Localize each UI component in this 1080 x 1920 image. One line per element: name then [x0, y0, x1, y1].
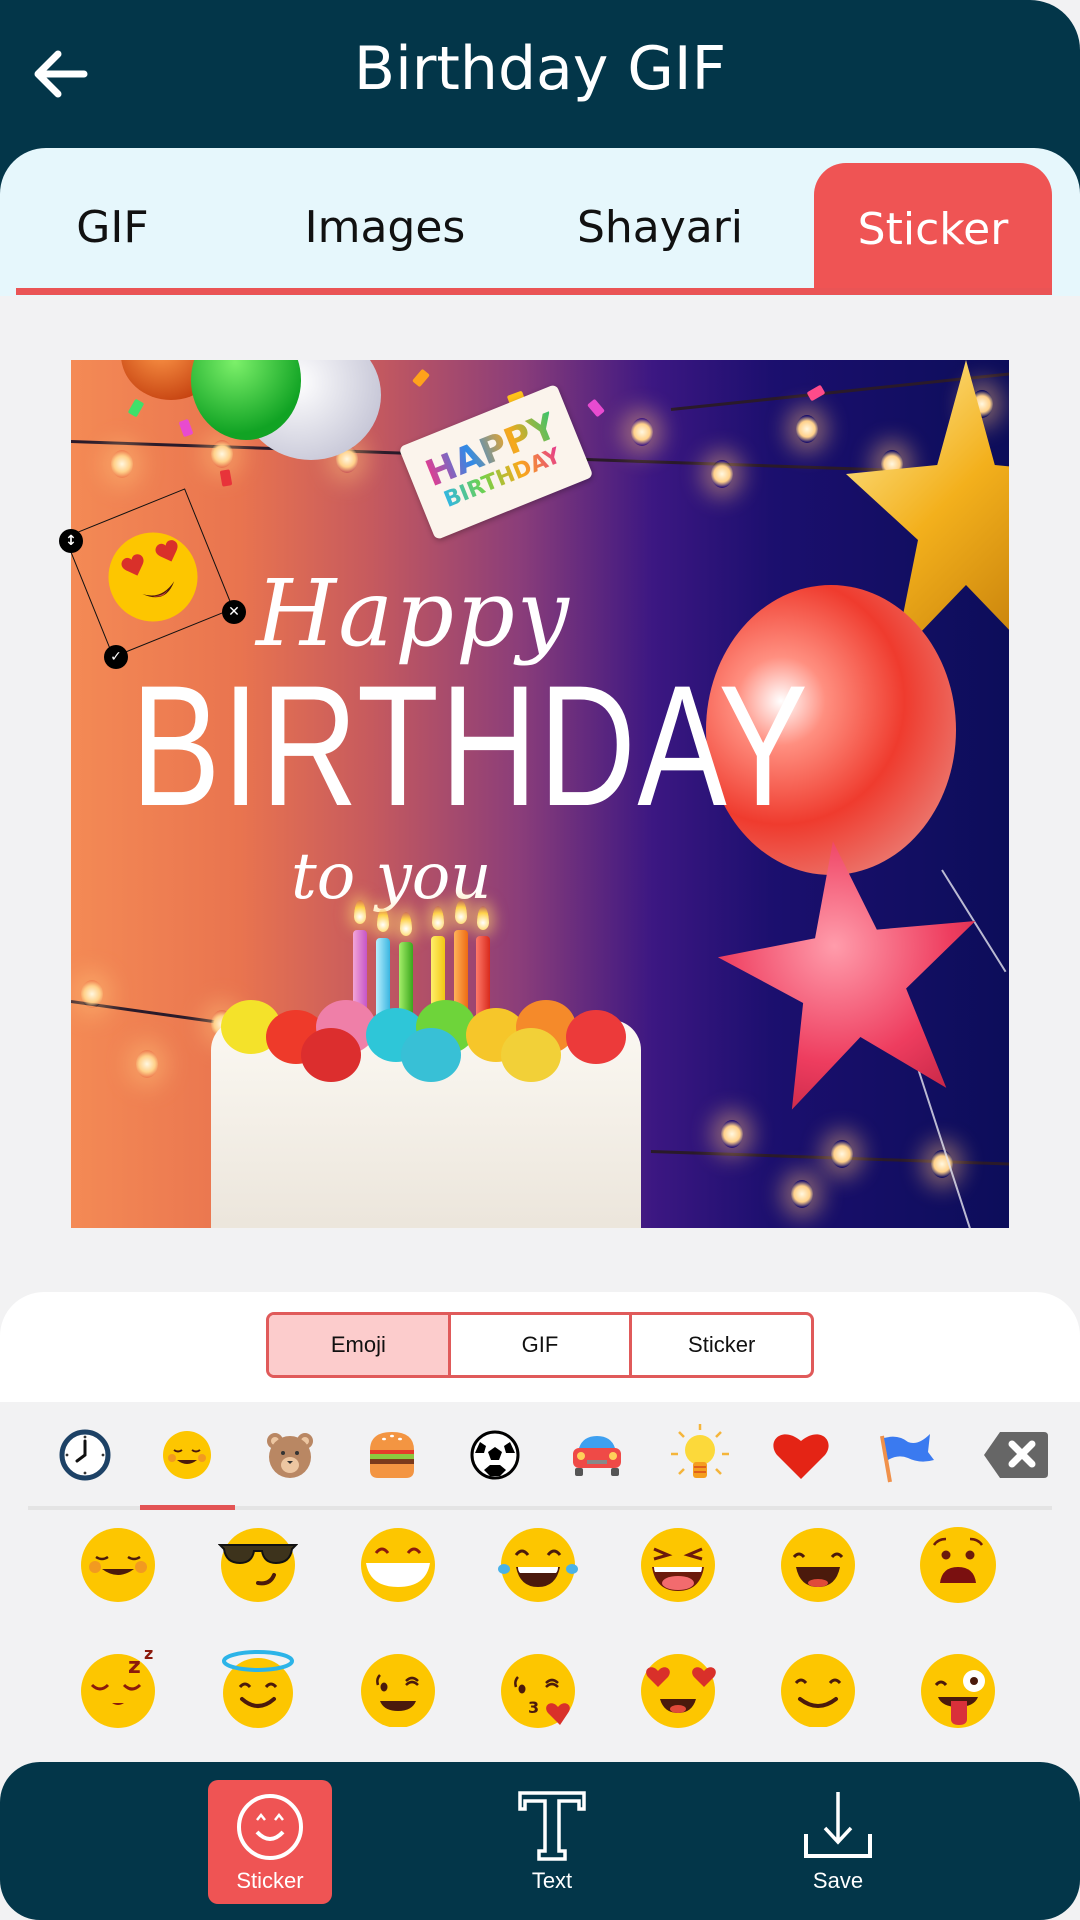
emoji-tears-of-joy[interactable] [498, 1525, 578, 1605]
frosting [501, 1028, 561, 1082]
bottom-navigation: Sticker Text Save [0, 1762, 1080, 1920]
backspace-icon [984, 1432, 1048, 1478]
page-title: Birthday GIF [353, 34, 727, 104]
light-bulb [791, 1180, 813, 1208]
nav-text-button[interactable]: Text [490, 1780, 614, 1904]
flag-icon [880, 1434, 934, 1483]
birthday-headline: BIRTHDAY [131, 650, 810, 842]
emoji-kissing-heart[interactable]: 3 [498, 1647, 578, 1728]
light-bulb [111, 450, 133, 478]
smiley-outline-icon [237, 1794, 303, 1860]
bear-icon [267, 1433, 313, 1478]
frosting [566, 1010, 626, 1064]
confetti [219, 469, 233, 487]
category-flags[interactable] [870, 1420, 940, 1490]
category-objects[interactable] [665, 1420, 735, 1490]
emoji-winking-tongue[interactable] [918, 1647, 998, 1728]
frosting [301, 1028, 361, 1082]
lightbulb-icon [671, 1424, 729, 1478]
tab-images[interactable]: Images [270, 162, 500, 292]
sticker-type-segmented-control: Emoji GIF Sticker [266, 1312, 814, 1378]
smiley-icon [163, 1431, 211, 1479]
svg-text:3: 3 [528, 1698, 539, 1717]
segment-emoji[interactable]: Emoji [269, 1315, 448, 1375]
light-bulb [136, 1050, 158, 1078]
car-icon [573, 1436, 621, 1476]
segment-gif[interactable]: GIF [447, 1315, 630, 1375]
light-bulb [831, 1140, 853, 1168]
sticker-confirm-handle[interactable]: ✓ [104, 645, 128, 669]
svg-text:z: z [144, 1644, 153, 1663]
light-bulb [796, 415, 818, 443]
emoji-grinning-teeth[interactable] [358, 1525, 438, 1605]
segment-sticker[interactable]: Sticker [629, 1315, 811, 1375]
emoji-sunglasses[interactable] [218, 1525, 298, 1605]
light-bulb [721, 1120, 743, 1148]
heart-icon [773, 1434, 829, 1479]
svg-text:z: z [128, 1654, 141, 1679]
category-recent[interactable] [50, 1420, 120, 1490]
light-bulb [211, 440, 233, 468]
emoji-halo[interactable] [218, 1647, 298, 1728]
tab-shayari[interactable]: Shayari [545, 162, 775, 292]
tab-gif[interactable]: GIF [30, 162, 195, 292]
clock-icon [59, 1429, 111, 1481]
light-bulb [711, 460, 733, 488]
emoji-grinning-smile[interactable] [778, 1525, 858, 1605]
emoji-smiling-blush[interactable] [78, 1525, 158, 1605]
balloon-string [911, 1049, 975, 1228]
light-bulb [631, 418, 653, 446]
heart-eyes-sticker[interactable] [100, 524, 206, 630]
category-activities[interactable] [460, 1420, 530, 1490]
tab-sticker[interactable]: Sticker [814, 163, 1052, 295]
tabs-underline [16, 288, 1052, 295]
category-symbols[interactable] [766, 1420, 836, 1490]
confetti [178, 418, 194, 438]
confetti [127, 398, 145, 418]
emoji-grid: z z 3 [0, 1510, 1080, 1760]
emoji-smiling-eyes[interactable] [778, 1647, 858, 1727]
download-icon [804, 1792, 872, 1858]
light-string [650, 1150, 1009, 1167]
confetti [587, 398, 605, 418]
nav-text-label: Text [531, 1868, 573, 1893]
candle-flame [400, 912, 412, 936]
balloon-string [941, 869, 1007, 973]
confetti [806, 384, 826, 402]
emoji-sleeping[interactable]: z z [78, 1644, 158, 1728]
burger-icon [370, 1432, 414, 1478]
nav-save-button[interactable]: Save [776, 1780, 900, 1904]
screen: Birthday GIF GIF Images Shayari Sticker [0, 0, 1080, 1920]
nav-sticker-button[interactable]: Sticker [208, 1780, 332, 1904]
soccer-ball-icon [470, 1430, 520, 1480]
frosting [401, 1028, 461, 1082]
sticker-delete-handle[interactable]: ✕ [222, 600, 246, 624]
birthday-image-canvas[interactable]: HAPPY BIRTHDAY Happy BIRTHDAY to you [71, 360, 1009, 1228]
category-food[interactable] [357, 1420, 427, 1490]
light-bulb [81, 980, 103, 1008]
emoji-squinting-laugh[interactable] [638, 1525, 718, 1605]
category-delete[interactable] [980, 1420, 1050, 1490]
content-tabs: GIF Images Shayari Sticker [0, 148, 1080, 296]
nav-save-label: Save [812, 1868, 864, 1893]
emoji-category-bar [0, 1402, 1080, 1512]
emoji-heart-eyes[interactable] [638, 1647, 718, 1728]
happy-birthday-tag: HAPPY BIRTHDAY [398, 383, 594, 541]
category-travel[interactable] [562, 1420, 632, 1490]
emoji-anguished[interactable] [918, 1525, 998, 1605]
category-animals[interactable] [255, 1420, 325, 1490]
nav-sticker-label: Sticker [236, 1868, 304, 1893]
category-smileys[interactable] [152, 1420, 222, 1490]
confetti [412, 368, 430, 388]
text-t-icon [518, 1791, 586, 1861]
emoji-winking[interactable] [358, 1647, 438, 1727]
sticker-resize-handle[interactable]: ↕ [59, 529, 83, 553]
